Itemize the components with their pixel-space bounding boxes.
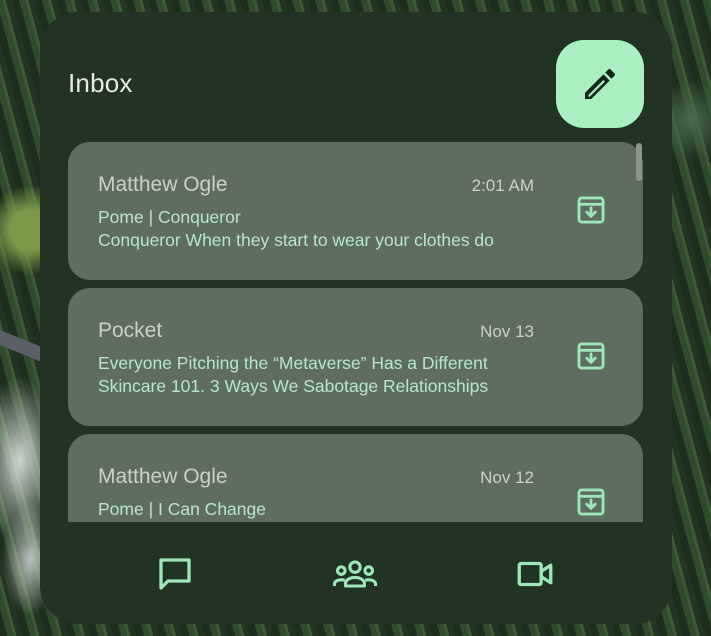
list-scrollbar[interactable]: [636, 143, 642, 181]
archive-icon: [577, 488, 605, 516]
chat-icon: [159, 558, 191, 590]
message-subject: Pome | Conqueror: [98, 207, 241, 227]
message-subject: Everyone Pitching the “Metaverse” Has a …: [98, 353, 488, 373]
archive-button[interactable]: [573, 338, 609, 374]
archive-button[interactable]: [573, 484, 609, 520]
message-sender: Pocket: [98, 319, 163, 342]
groups-icon: [332, 560, 378, 588]
message-snippet: Skincare 101. 3 Ways We Sabotage Relatio…: [98, 376, 489, 396]
inbox-widget: Inbox Matthew Ogle 2:01 AM Pome | Conque…: [40, 12, 672, 624]
message-snippet: Conqueror When they start to wear your c…: [98, 230, 494, 250]
message-item[interactable]: Pocket Nov 13 Everyone Pitching the “Met…: [68, 288, 643, 426]
archive-icon: [577, 342, 605, 370]
groups-button[interactable]: [325, 546, 385, 602]
message-item[interactable]: Matthew Ogle Nov 12 Pome | I Can Change: [68, 434, 643, 522]
message-list[interactable]: Matthew Ogle 2:01 AM Pome | Conqueror Co…: [68, 142, 644, 522]
message-time: Nov 12: [480, 468, 534, 487]
message-subject: Pome | I Can Change: [98, 499, 266, 519]
message-time: Nov 13: [480, 322, 534, 341]
video-call-button[interactable]: [505, 546, 565, 602]
archive-button[interactable]: [573, 192, 609, 228]
widget-title: Inbox: [68, 68, 133, 98]
message-sender: Matthew Ogle: [98, 173, 228, 196]
chat-button[interactable]: [145, 546, 205, 602]
video-call-icon: [517, 561, 553, 587]
bottom-nav: [40, 522, 672, 624]
message-sender: Matthew Ogle: [98, 465, 228, 488]
compose-button[interactable]: [556, 40, 644, 128]
message-time: 2:01 AM: [471, 176, 534, 195]
archive-icon: [577, 196, 605, 224]
pencil-icon: [585, 68, 616, 99]
message-item[interactable]: Matthew Ogle 2:01 AM Pome | Conqueror Co…: [68, 142, 643, 280]
